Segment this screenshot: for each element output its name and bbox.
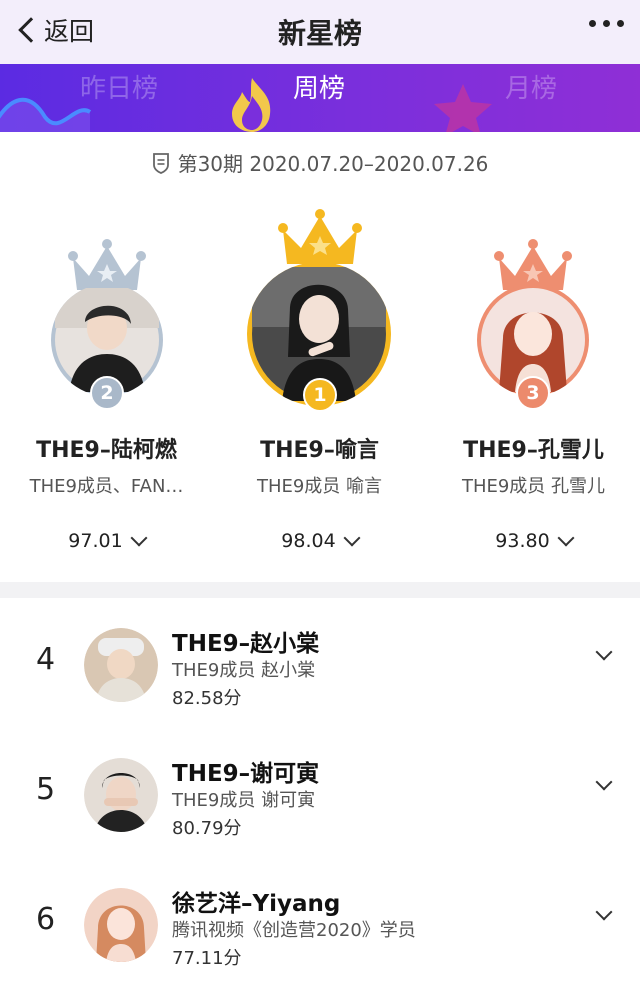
rank-number: 6 bbox=[36, 902, 56, 937]
avatar bbox=[84, 628, 158, 702]
chevron-down-icon[interactable] bbox=[595, 903, 613, 921]
item-desc: 腾讯视频《创造营2020》学员 bbox=[172, 920, 416, 941]
podium-desc: THE9成员 喻言 bbox=[256, 476, 383, 497]
period-label: 第30期 2020.07.20–2020.07.26 bbox=[177, 152, 489, 176]
podium-score[interactable]: 97.01 bbox=[0, 529, 213, 552]
item-name: 徐艺洋–Yiyang bbox=[172, 891, 341, 917]
score-value: 98.04 bbox=[281, 530, 336, 552]
tab-month[interactable]: 月榜 bbox=[456, 68, 606, 105]
rank-badge: 2 bbox=[90, 376, 124, 410]
shield-list-icon bbox=[152, 152, 169, 174]
rank-badge: 3 bbox=[516, 376, 550, 410]
podium-name: THE9–喻言 bbox=[260, 438, 379, 463]
chevron-down-icon bbox=[557, 529, 575, 547]
podium-score[interactable]: 98.04 bbox=[213, 529, 426, 552]
section-divider bbox=[0, 582, 640, 598]
chevron-down-icon bbox=[130, 529, 148, 547]
podium-desc: THE9成员、FAN… bbox=[29, 476, 184, 497]
rank-number: 5 bbox=[36, 772, 56, 807]
podium-score[interactable]: 93.80 bbox=[427, 529, 640, 552]
chevron-down-icon bbox=[343, 529, 361, 547]
avatar bbox=[84, 758, 158, 832]
list-item[interactable]: 5 THE9–谢可寅 THE9成员 谢可寅 80.79分 bbox=[0, 734, 640, 864]
more-dot-icon bbox=[617, 20, 624, 27]
avatar-photo bbox=[84, 758, 158, 832]
leaderboard-page: 返回 新星榜 昨日榜 周榜 月榜 第30期 2020.07.20–2020.07… bbox=[0, 0, 640, 998]
avatar-photo bbox=[84, 888, 158, 962]
rank-number: 4 bbox=[36, 642, 56, 677]
chevron-down-icon[interactable] bbox=[595, 643, 613, 661]
rank-badge: 1 bbox=[303, 378, 337, 412]
avatar bbox=[84, 888, 158, 962]
nav-bar: 返回 新星榜 bbox=[0, 0, 640, 64]
item-name: THE9–谢可寅 bbox=[172, 761, 320, 787]
list-item[interactable]: 4 THE9–赵小棠 THE9成员 赵小棠 82.58分 bbox=[0, 604, 640, 734]
crown-gold-icon bbox=[278, 209, 362, 264]
item-score: 82.58分 bbox=[172, 688, 242, 709]
more-dot-icon bbox=[589, 20, 596, 27]
podium-name: THE9–陆柯燃 bbox=[36, 438, 177, 463]
tab-yesterday[interactable]: 昨日榜 bbox=[44, 68, 194, 105]
podium-name: THE9–孔雪儿 bbox=[463, 438, 604, 463]
period-tabs: 昨日榜 周榜 月榜 bbox=[0, 64, 640, 132]
more-options-button[interactable] bbox=[589, 20, 624, 27]
score-value: 93.80 bbox=[495, 530, 550, 552]
period-info: 第30期 2020.07.20–2020.07.26 bbox=[0, 148, 640, 177]
podium-desc: THE9成员 孔雪儿 bbox=[461, 476, 606, 497]
more-dot-icon bbox=[603, 20, 610, 27]
item-name: THE9–赵小棠 bbox=[172, 631, 320, 657]
list-item[interactable]: 6 徐艺洋–Yiyang 腾讯视频《创造营2020》学员 77.11分 bbox=[0, 864, 640, 994]
chevron-down-icon[interactable] bbox=[595, 773, 613, 791]
item-desc: THE9成员 谢可寅 bbox=[172, 790, 316, 811]
score-value: 97.01 bbox=[68, 530, 123, 552]
tab-week[interactable]: 周榜 bbox=[244, 68, 394, 105]
item-desc: THE9成员 赵小棠 bbox=[172, 660, 316, 681]
item-score: 80.79分 bbox=[172, 818, 242, 839]
avatar-photo bbox=[84, 628, 158, 702]
page-title: 新星榜 bbox=[277, 17, 362, 50]
item-score: 77.11分 bbox=[172, 948, 242, 969]
